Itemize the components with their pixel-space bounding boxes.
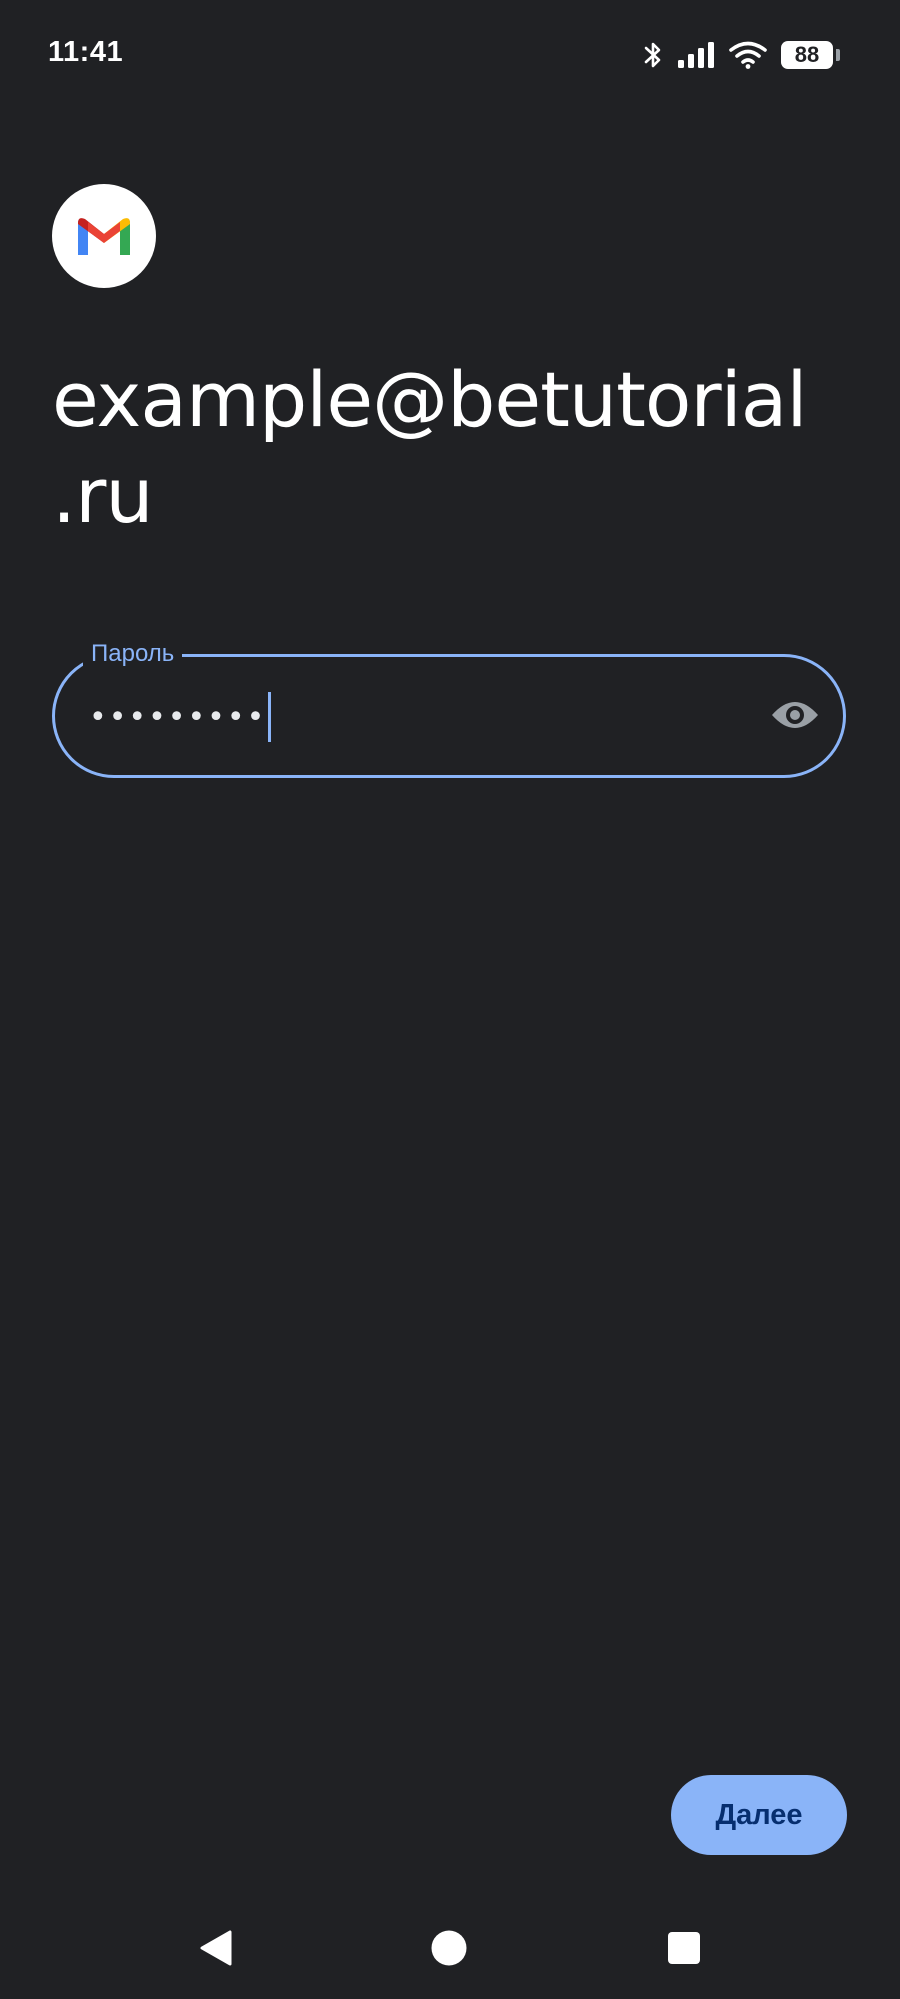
signal-icon [677, 41, 715, 69]
password-label: Пароль [83, 637, 183, 671]
text-caret [268, 692, 272, 742]
status-time: 11:41 [48, 36, 124, 68]
home-icon [430, 1929, 468, 1972]
recents-button[interactable] [654, 1920, 714, 1980]
battery-icon: 88 [781, 41, 840, 69]
recents-icon [667, 1931, 701, 1970]
eye-icon [770, 699, 820, 736]
account-email: example@betutorial .ru [52, 352, 832, 544]
status-bar: 11:41 88 [0, 0, 900, 112]
password-field[interactable]: Пароль ••••••••• [52, 637, 846, 778]
show-password-toggle[interactable] [769, 693, 821, 741]
password-masked-value: ••••••••• [89, 699, 267, 735]
next-button[interactable]: Далее [671, 1775, 847, 1855]
back-icon [198, 1929, 234, 1972]
status-icons: 88 [643, 40, 840, 70]
battery-level: 88 [781, 41, 833, 69]
bluetooth-icon [643, 40, 663, 70]
account-email-line-2: .ru [52, 451, 154, 540]
home-button[interactable] [419, 1920, 479, 1980]
navigation-bar [0, 1900, 900, 1999]
wifi-icon [729, 41, 767, 69]
gmail-logo-icon [52, 184, 156, 288]
account-email-line-1: example@betutorial [52, 355, 807, 444]
battery-tip [836, 49, 840, 61]
back-button[interactable] [186, 1920, 246, 1980]
password-input[interactable]: ••••••••• [89, 692, 272, 742]
